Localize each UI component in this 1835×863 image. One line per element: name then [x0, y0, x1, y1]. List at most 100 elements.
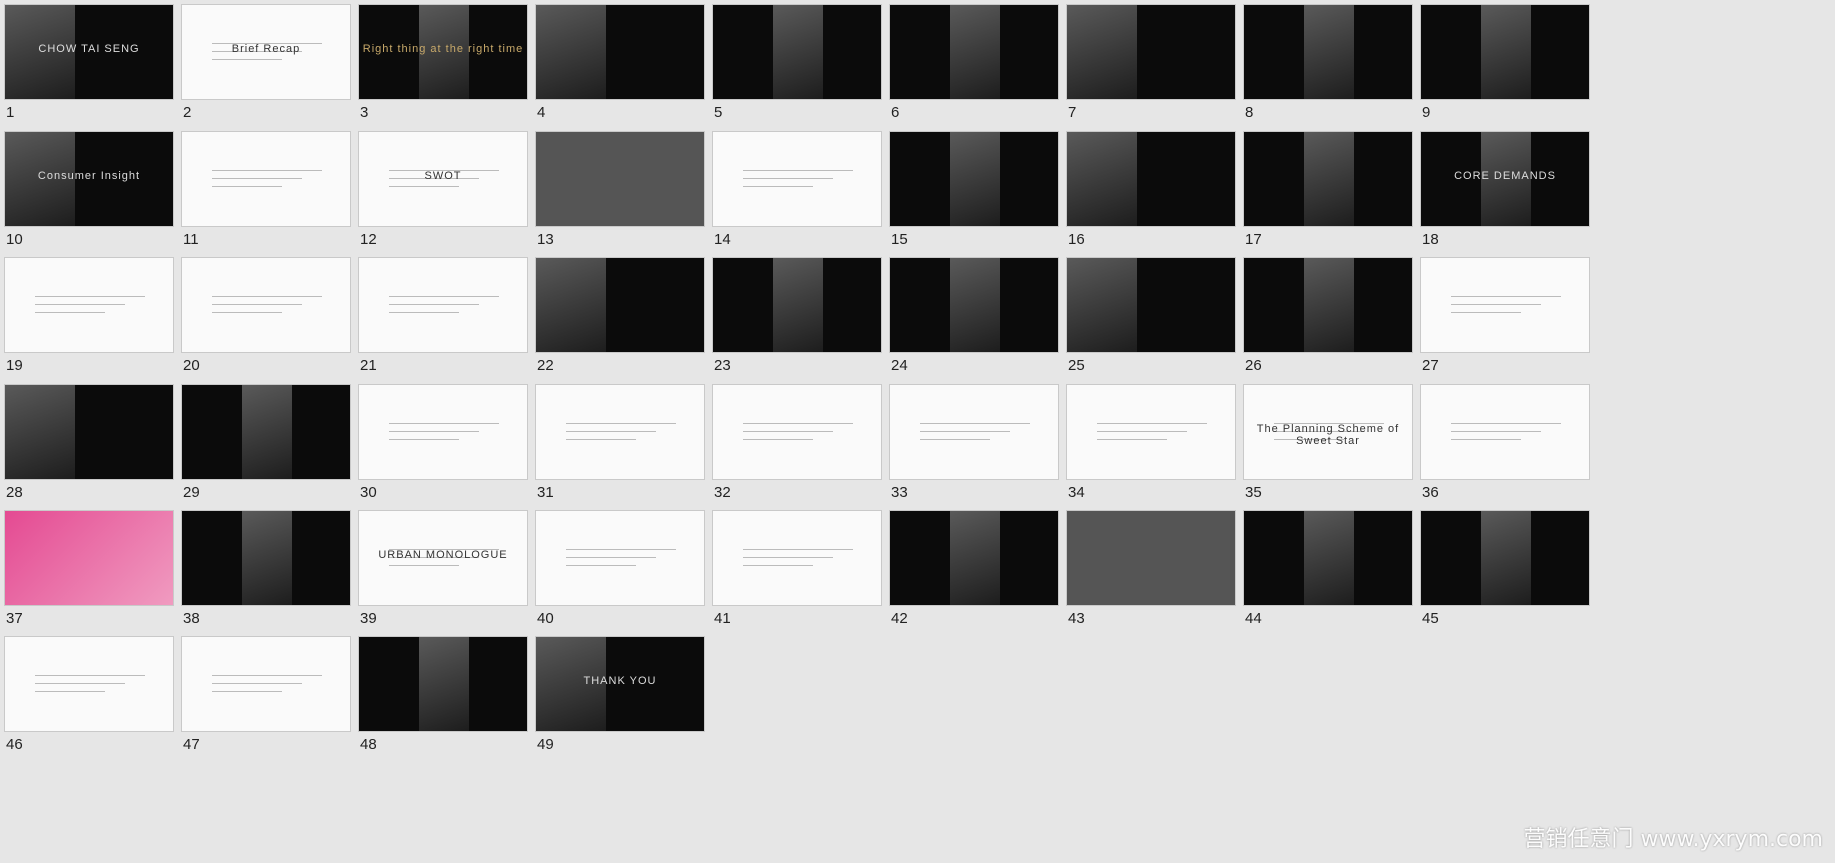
- slide-thumbnail[interactable]: [1066, 384, 1236, 480]
- slide-thumbnail-item[interactable]: 4: [535, 4, 705, 121]
- slide-thumbnail-item[interactable]: 32: [712, 384, 882, 501]
- slide-thumbnail-item[interactable]: 5: [712, 4, 882, 121]
- slide-thumbnail-item[interactable]: 38: [181, 510, 351, 627]
- slide-thumbnail[interactable]: [181, 636, 351, 732]
- slide-thumbnail-item[interactable]: 36: [1420, 384, 1590, 501]
- slide-thumbnail-item[interactable]: 19: [4, 257, 174, 374]
- slide-thumbnail[interactable]: [4, 384, 174, 480]
- slide-thumbnail[interactable]: [1420, 4, 1590, 100]
- slide-thumbnail[interactable]: [1420, 257, 1590, 353]
- slide-thumbnail-item[interactable]: THANK YOU 49: [535, 636, 705, 753]
- slide-thumbnail-item[interactable]: 26: [1243, 257, 1413, 374]
- slide-thumbnail-item[interactable]: 48: [358, 636, 528, 753]
- slide-thumbnail-item[interactable]: 44: [1243, 510, 1413, 627]
- slide-thumbnail-item[interactable]: 7: [1066, 4, 1236, 121]
- slide-thumbnail-item[interactable]: 20: [181, 257, 351, 374]
- slide-thumbnail-item[interactable]: 46: [4, 636, 174, 753]
- slide-thumbnail-item[interactable]: 47: [181, 636, 351, 753]
- slide-thumbnail[interactable]: [712, 384, 882, 480]
- slide-thumbnail[interactable]: [535, 4, 705, 100]
- slide-thumbnail[interactable]: [181, 131, 351, 227]
- slide-thumbnail[interactable]: [889, 510, 1059, 606]
- slide-thumbnail[interactable]: [889, 384, 1059, 480]
- slide-thumbnail-item[interactable]: Right thing at the right time 3: [358, 4, 528, 121]
- slide-thumbnail-item[interactable]: Consumer Insight 10: [4, 131, 174, 248]
- slide-thumbnail-item[interactable]: 11: [181, 131, 351, 248]
- slide-thumbnail-item[interactable]: 34: [1066, 384, 1236, 501]
- slide-thumbnail[interactable]: [1420, 510, 1590, 606]
- slide-thumbnail-item[interactable]: 15: [889, 131, 1059, 248]
- slide-thumbnail-item[interactable]: 6: [889, 4, 1059, 121]
- slide-thumbnail-item[interactable]: 8: [1243, 4, 1413, 121]
- slide-thumbnail-item[interactable]: 33: [889, 384, 1059, 501]
- slide-thumbnail[interactable]: [712, 131, 882, 227]
- slide-thumbnail[interactable]: [1066, 4, 1236, 100]
- slide-thumbnail[interactable]: [1243, 257, 1413, 353]
- slide-thumbnail[interactable]: [1243, 131, 1413, 227]
- slide-thumbnail-item[interactable]: 45: [1420, 510, 1590, 627]
- slide-thumbnail-item[interactable]: SWOT 12: [358, 131, 528, 248]
- slide-thumbnail-item[interactable]: 40: [535, 510, 705, 627]
- slide-thumbnail-item[interactable]: 14: [712, 131, 882, 248]
- slide-thumbnail[interactable]: SWOT: [358, 131, 528, 227]
- slide-thumbnail[interactable]: The Planning Scheme of Sweet Star: [1243, 384, 1413, 480]
- slide-thumbnail[interactable]: [1066, 257, 1236, 353]
- slide-thumbnail-item[interactable]: 29: [181, 384, 351, 501]
- slide-thumbnail-item[interactable]: 43: [1066, 510, 1236, 627]
- slide-thumbnail[interactable]: [712, 510, 882, 606]
- slide-thumbnail-item[interactable]: 41: [712, 510, 882, 627]
- slide-thumbnail[interactable]: [4, 257, 174, 353]
- slide-thumbnail-item[interactable]: 25: [1066, 257, 1236, 374]
- slide-thumbnail[interactable]: [889, 257, 1059, 353]
- slide-thumbnail[interactable]: [1420, 384, 1590, 480]
- slide-thumbnail-item[interactable]: CHOW TAI SENG 1: [4, 4, 174, 121]
- slide-thumbnail[interactable]: URBAN MONOLOGUE: [358, 510, 528, 606]
- slide-thumbnail[interactable]: Right thing at the right time: [358, 4, 528, 100]
- slide-thumbnail-item[interactable]: URBAN MONOLOGUE 39: [358, 510, 528, 627]
- slide-number: 7: [1068, 104, 1077, 121]
- slide-thumbnail-item[interactable]: The Planning Scheme of Sweet Star 35: [1243, 384, 1413, 501]
- slide-number: 26: [1245, 357, 1262, 374]
- slide-thumbnail[interactable]: [889, 131, 1059, 227]
- slide-thumbnail-item[interactable]: 30: [358, 384, 528, 501]
- slide-thumbnail-item[interactable]: 24: [889, 257, 1059, 374]
- slide-thumbnail[interactable]: [358, 257, 528, 353]
- slide-thumbnail-item[interactable]: 21: [358, 257, 528, 374]
- slide-thumbnail[interactable]: CORE DEMANDS: [1420, 131, 1590, 227]
- slide-thumbnail[interactable]: [181, 510, 351, 606]
- slide-thumbnail[interactable]: [4, 510, 174, 606]
- slide-thumbnail[interactable]: Consumer Insight: [4, 131, 174, 227]
- slide-thumbnail-item[interactable]: CORE DEMANDS 18: [1420, 131, 1590, 248]
- slide-thumbnail[interactable]: [358, 636, 528, 732]
- slide-thumbnail-item[interactable]: 22: [535, 257, 705, 374]
- slide-thumbnail[interactable]: [712, 257, 882, 353]
- slide-thumbnail-item[interactable]: 27: [1420, 257, 1590, 374]
- slide-thumbnail[interactable]: [1066, 131, 1236, 227]
- slide-thumbnail[interactable]: [889, 4, 1059, 100]
- slide-thumbnail-item[interactable]: 17: [1243, 131, 1413, 248]
- slide-thumbnail[interactable]: [712, 4, 882, 100]
- slide-thumbnail-item[interactable]: 16: [1066, 131, 1236, 248]
- slide-thumbnail[interactable]: [181, 257, 351, 353]
- slide-thumbnail-item[interactable]: 9: [1420, 4, 1590, 121]
- slide-thumbnail[interactable]: [358, 384, 528, 480]
- slide-thumbnail[interactable]: [535, 131, 705, 227]
- slide-thumbnail[interactable]: [1243, 510, 1413, 606]
- slide-thumbnail-item[interactable]: 13: [535, 131, 705, 248]
- slide-thumbnail[interactable]: [1243, 4, 1413, 100]
- slide-thumbnail[interactable]: [535, 384, 705, 480]
- slide-thumbnail[interactable]: THANK YOU: [535, 636, 705, 732]
- slide-thumbnail[interactable]: [535, 257, 705, 353]
- slide-thumbnail-item[interactable]: 28: [4, 384, 174, 501]
- slide-thumbnail-item[interactable]: Brief Recap 2: [181, 4, 351, 121]
- slide-thumbnail[interactable]: CHOW TAI SENG: [4, 4, 174, 100]
- slide-thumbnail-item[interactable]: 23: [712, 257, 882, 374]
- slide-thumbnail[interactable]: Brief Recap: [181, 4, 351, 100]
- slide-thumbnail-item[interactable]: 31: [535, 384, 705, 501]
- slide-thumbnail[interactable]: [1066, 510, 1236, 606]
- slide-thumbnail[interactable]: [4, 636, 174, 732]
- slide-thumbnail[interactable]: [535, 510, 705, 606]
- slide-thumbnail-item[interactable]: 42: [889, 510, 1059, 627]
- slide-thumbnail[interactable]: [181, 384, 351, 480]
- slide-thumbnail-item[interactable]: 37: [4, 510, 174, 627]
